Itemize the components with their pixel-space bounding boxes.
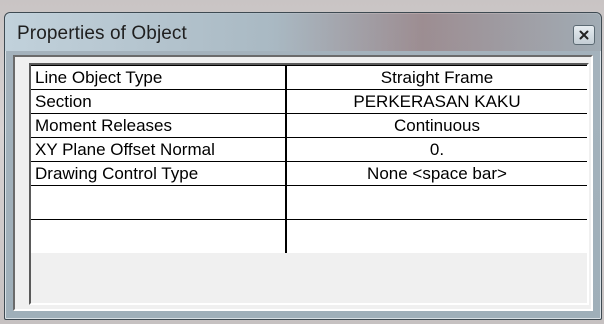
property-row-drawing-control-type: Drawing Control Type None <space bar> [31,161,587,186]
properties-grid: Line Object Type Straight Frame Section … [31,65,587,253]
window-title: Properties of Object [17,23,187,44]
property-label [31,185,287,220]
property-value[interactable] [286,185,587,220]
property-label: Drawing Control Type [31,161,287,186]
property-row-moment-releases: Moment Releases Continuous [31,113,587,138]
title-bar[interactable]: Properties of Object [5,13,601,51]
property-label: XY Plane Offset Normal [31,137,287,162]
property-value[interactable]: Straight Frame [286,65,587,90]
close-button[interactable] [573,25,595,45]
property-row-line-object-type: Line Object Type Straight Frame [31,65,587,90]
properties-window: Properties of Object Line Object Type St… [4,12,602,320]
property-value[interactable]: Continuous [286,113,587,138]
property-label [31,219,287,253]
property-value[interactable]: None <space bar> [286,161,587,186]
property-value[interactable] [286,219,587,253]
property-label: Moment Releases [31,113,287,138]
property-row-empty [31,185,587,220]
property-value[interactable]: PERKERASAN KAKU [286,89,587,114]
property-row-section: Section PERKERASAN KAKU [31,89,587,114]
grid-bottom-strip [31,295,587,303]
property-value[interactable]: 0. [286,137,587,162]
property-row-xy-plane-offset-normal: XY Plane Offset Normal 0. [31,137,587,162]
properties-panel: Line Object Type Straight Frame Section … [13,55,593,311]
close-icon [579,30,589,40]
property-label: Line Object Type [31,65,287,90]
property-label: Section [31,89,287,114]
property-row-empty [31,219,587,253]
